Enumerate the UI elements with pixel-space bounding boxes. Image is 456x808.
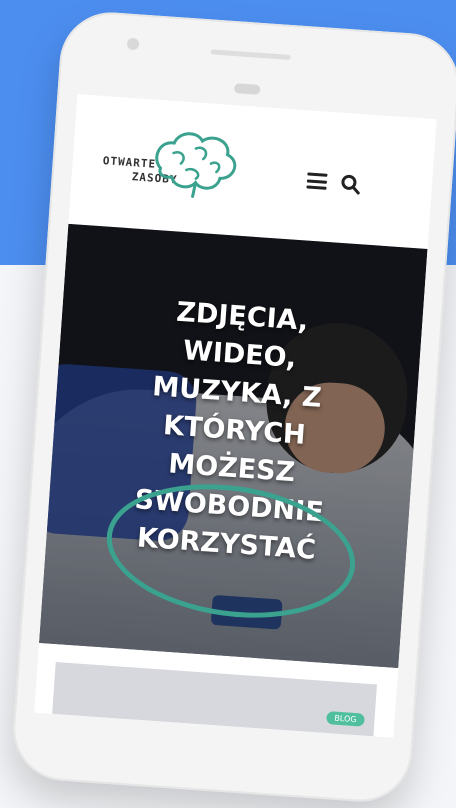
phone-screen: OTWARTE ZASOBY ZDJĘCIA, WIDEO, MUZYKA, Z… — [34, 94, 437, 738]
article-card[interactable]: BLOG — [52, 662, 377, 737]
site-header: OTWARTE ZASOBY — [68, 94, 437, 249]
phone-mockup: OTWARTE ZASOBY ZDJĘCIA, WIDEO, MUZYKA, Z… — [9, 8, 456, 806]
menu-line — [307, 172, 328, 177]
search-icon[interactable] — [339, 173, 362, 196]
site-logo[interactable]: OTWARTE ZASOBY — [100, 124, 245, 214]
menu-line — [306, 178, 328, 184]
menu-line — [306, 185, 327, 190]
category-badge[interactable]: BLOG — [325, 711, 365, 727]
brain-icon — [155, 132, 237, 198]
phone-speaker — [233, 83, 261, 95]
hamburger-menu-icon[interactable] — [306, 172, 328, 190]
phone-earpiece — [210, 49, 291, 60]
camera-icon — [126, 37, 140, 51]
hero-banner[interactable]: ZDJĘCIA, WIDEO, MUZYKA, Z KTÓRYCH MOŻESZ… — [39, 223, 428, 668]
logo-text-line1: OTWARTE — [102, 154, 157, 171]
phone-body: OTWARTE ZASOBY ZDJĘCIA, WIDEO, MUZYKA, Z… — [9, 8, 456, 806]
